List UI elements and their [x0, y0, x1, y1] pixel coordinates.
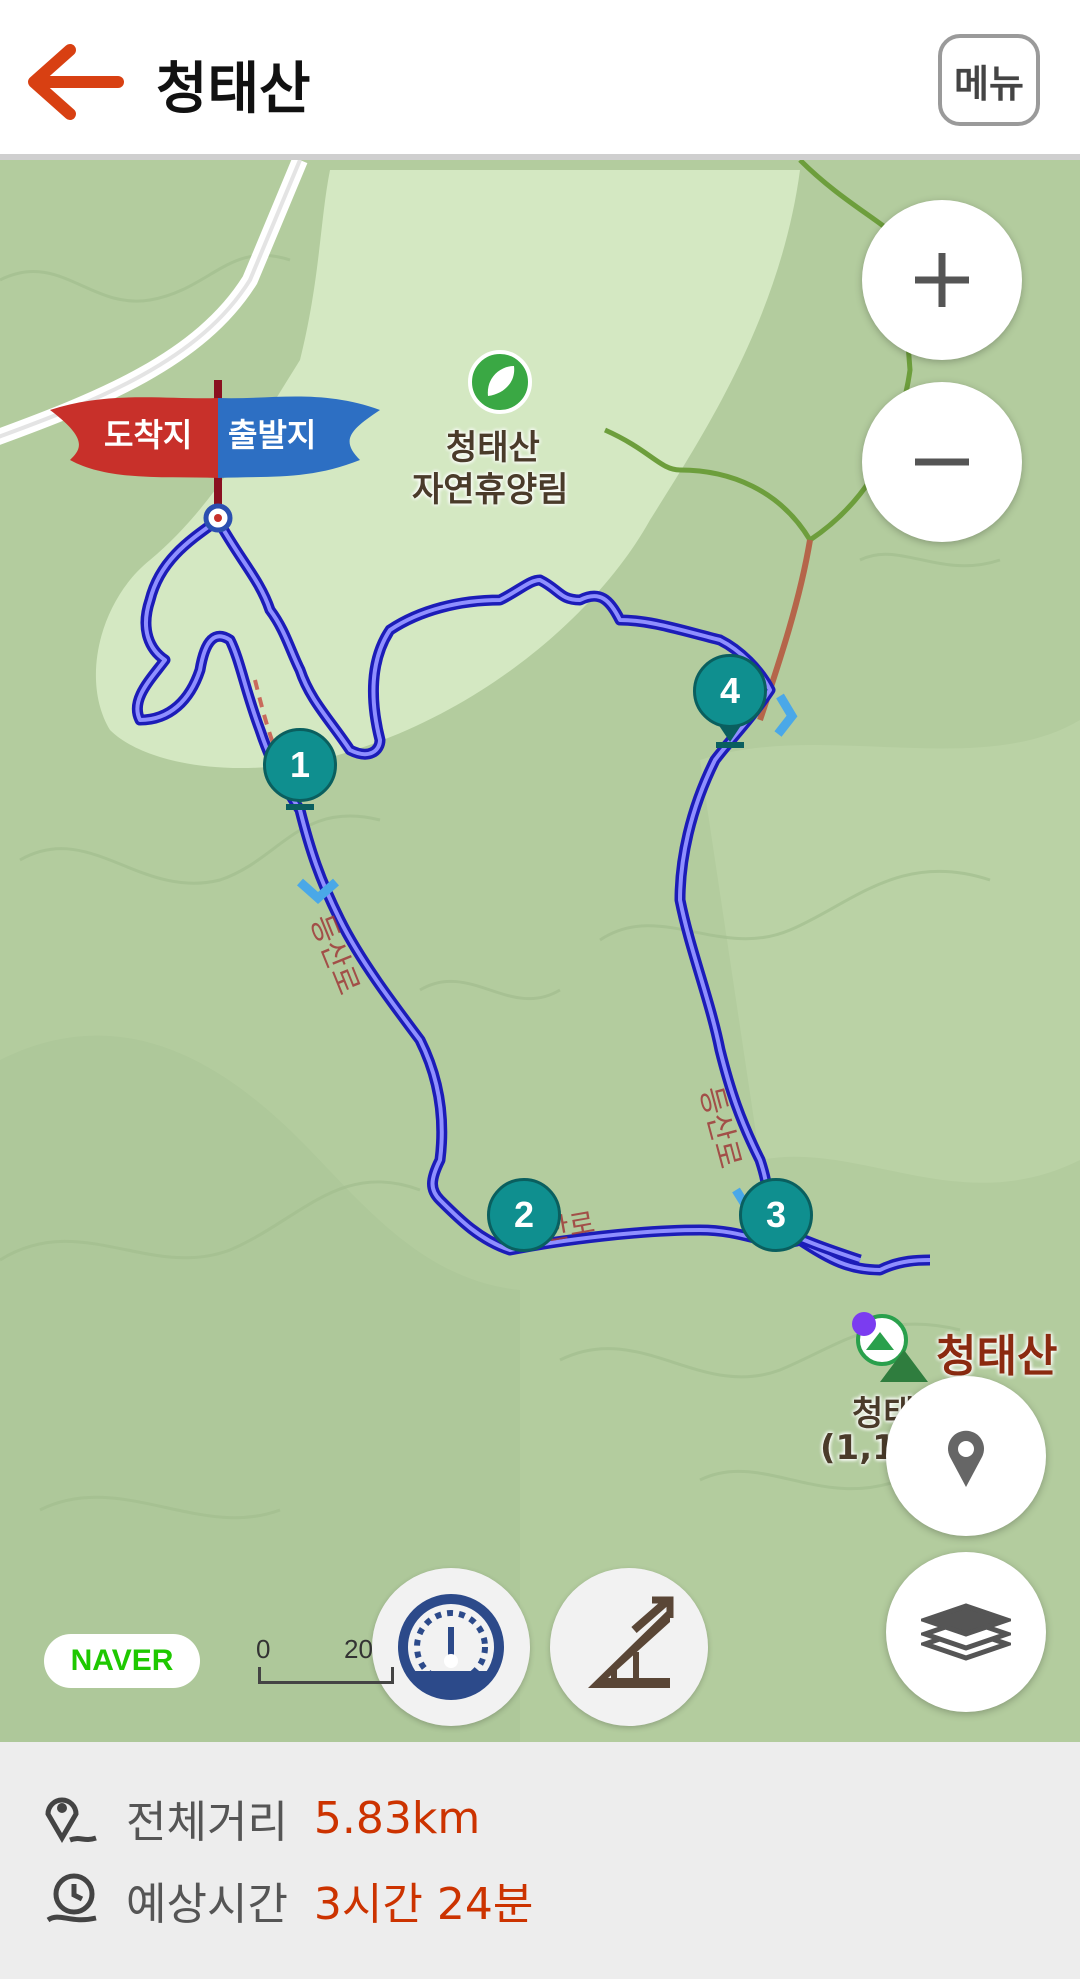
- layers-icon: [921, 1603, 1011, 1661]
- scale-max-label: 20: [344, 1634, 373, 1664]
- start-flag-label: 출발지: [228, 416, 317, 454]
- map-layers-button[interactable]: [886, 1552, 1046, 1712]
- clock-icon: [46, 1873, 97, 1923]
- scale-min-label: 0: [256, 1634, 271, 1664]
- zoom-out-button[interactable]: [862, 382, 1022, 542]
- time-label: 예상시간: [126, 1879, 288, 1930]
- poi-label-type: 자연휴양림: [412, 470, 569, 510]
- zoom-in-button[interactable]: [862, 200, 1022, 360]
- page-title: 청태산: [156, 57, 311, 122]
- route-summary: 전체거리 5.83km 예상시간 3시간 24분: [0, 1742, 1080, 1979]
- back-arrow-icon[interactable]: [26, 42, 126, 122]
- map-view[interactable]: 등산로 등산로 등산로 도착지 출발지 청태산 자연휴양림 청태산 청태 (1,…: [0, 160, 1080, 1742]
- distance-row: 전체거리 5.83km: [40, 1786, 480, 1850]
- waypoint-1[interactable]: 1: [263, 728, 337, 802]
- app-header: 청태산 메뉴: [0, 0, 1080, 160]
- time-row: 예상시간 3시간 24분: [40, 1868, 533, 1932]
- distance-label: 전체거리: [126, 1797, 288, 1848]
- my-location-button[interactable]: [886, 1376, 1046, 1536]
- slope-icon: [588, 1596, 674, 1688]
- distance-value: 5.83km: [313, 1792, 481, 1844]
- waypoint-4[interactable]: 4: [693, 654, 767, 728]
- end-flag-label: 도착지: [104, 416, 193, 454]
- distance-pin-icon: [45, 1797, 97, 1843]
- elevation-button[interactable]: [550, 1568, 708, 1726]
- naver-logo: NAVER: [44, 1634, 200, 1688]
- time-value: 3시간 24분: [313, 1879, 534, 1930]
- map-scale: 0 20: [256, 1634, 396, 1684]
- waypoint-3[interactable]: 3: [739, 1178, 813, 1252]
- menu-button[interactable]: 메뉴: [938, 34, 1040, 126]
- minus-icon: [915, 458, 969, 466]
- plus-icon: [915, 253, 969, 307]
- scale-bar: [258, 1667, 394, 1684]
- speedometer-icon: [398, 1594, 504, 1700]
- peak-label: 청태산: [936, 1331, 1058, 1382]
- location-pin-icon: [948, 1430, 984, 1487]
- waypoint-2[interactable]: 2: [487, 1178, 561, 1252]
